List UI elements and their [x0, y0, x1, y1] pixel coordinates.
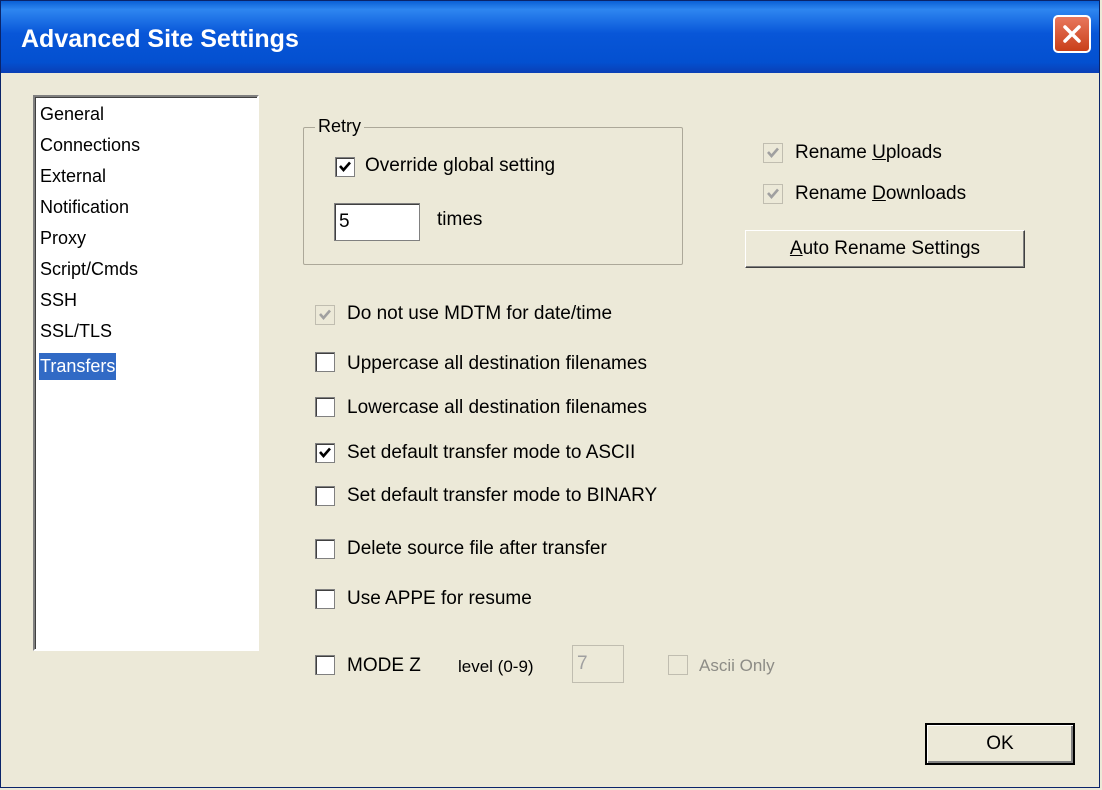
category-item-proxy[interactable]: Proxy: [39, 225, 87, 252]
retry-group-label: Retry: [315, 116, 365, 137]
no-mdtm-label: Do not use MDTM for date/time: [347, 303, 613, 324]
use-appe-checkbox[interactable]: [315, 589, 335, 609]
dialog-window: Advanced Site Settings General Connectio…: [0, 0, 1100, 788]
checkmark-icon: [319, 447, 331, 458]
lowercase-filenames-label: Lowercase all destination filenames: [347, 397, 647, 418]
close-icon: [1063, 25, 1081, 43]
uppercase-filenames-checkbox[interactable]: [315, 352, 335, 372]
delete-source-label: Delete source file after transfer: [347, 538, 607, 559]
ascii-only-checkbox[interactable]: [668, 655, 688, 675]
lowercase-filenames-checkbox[interactable]: [315, 397, 335, 417]
mode-z-label: MODE Z: [347, 655, 421, 676]
title-bar[interactable]: Advanced Site Settings: [1, 1, 1099, 73]
auto-rename-settings-button[interactable]: Auto Rename Settings: [745, 230, 1025, 268]
level-label: level (0-9): [458, 657, 534, 676]
checkmark-icon: [339, 161, 351, 172]
close-button[interactable]: [1053, 15, 1091, 53]
category-item-ssl-tls[interactable]: SSL/TLS: [39, 318, 113, 345]
checkmark-icon: [319, 309, 331, 320]
checkmark-icon: [767, 147, 779, 158]
retry-groupbox: [303, 127, 683, 265]
retry-times-input[interactable]: 5: [334, 203, 420, 241]
category-item-notification[interactable]: Notification: [39, 194, 130, 221]
ok-button[interactable]: OK: [925, 723, 1075, 765]
ascii-mode-checkbox[interactable]: [315, 443, 335, 463]
rename-downloads-label: Rename Downloads: [795, 183, 967, 204]
checkmark-icon: [767, 188, 779, 199]
no-mdtm-checkbox[interactable]: [315, 305, 335, 325]
rename-uploads-checkbox[interactable]: [763, 143, 783, 163]
ascii-only-label: Ascii Only: [699, 656, 775, 675]
category-item-transfers[interactable]: Transfers: [37, 352, 118, 381]
window-title: Advanced Site Settings: [21, 25, 299, 53]
category-list[interactable]: General Connections External Notificatio…: [33, 95, 259, 651]
level-input[interactable]: 7: [572, 645, 624, 683]
rename-uploads-label: Rename Uploads: [795, 142, 942, 163]
binary-mode-checkbox[interactable]: [315, 486, 335, 506]
delete-source-checkbox[interactable]: [315, 539, 335, 559]
category-item-general[interactable]: General: [39, 101, 105, 128]
category-item-script-cmds[interactable]: Script/Cmds: [39, 256, 139, 283]
binary-mode-label: Set default transfer mode to BINARY: [347, 485, 658, 506]
category-item-connections[interactable]: Connections: [39, 132, 141, 159]
override-global-label: Override global setting: [365, 155, 556, 176]
use-appe-label: Use APPE for resume: [347, 588, 532, 609]
rename-downloads-checkbox[interactable]: [763, 184, 783, 204]
category-item-ssh[interactable]: SSH: [39, 287, 78, 314]
retry-times-label: times: [437, 209, 483, 230]
ascii-mode-label: Set default transfer mode to ASCII: [347, 442, 636, 463]
uppercase-filenames-label: Uppercase all destination filenames: [347, 353, 647, 374]
override-global-checkbox[interactable]: [335, 157, 355, 177]
mode-z-checkbox[interactable]: [315, 655, 335, 675]
category-item-external[interactable]: External: [39, 163, 107, 190]
